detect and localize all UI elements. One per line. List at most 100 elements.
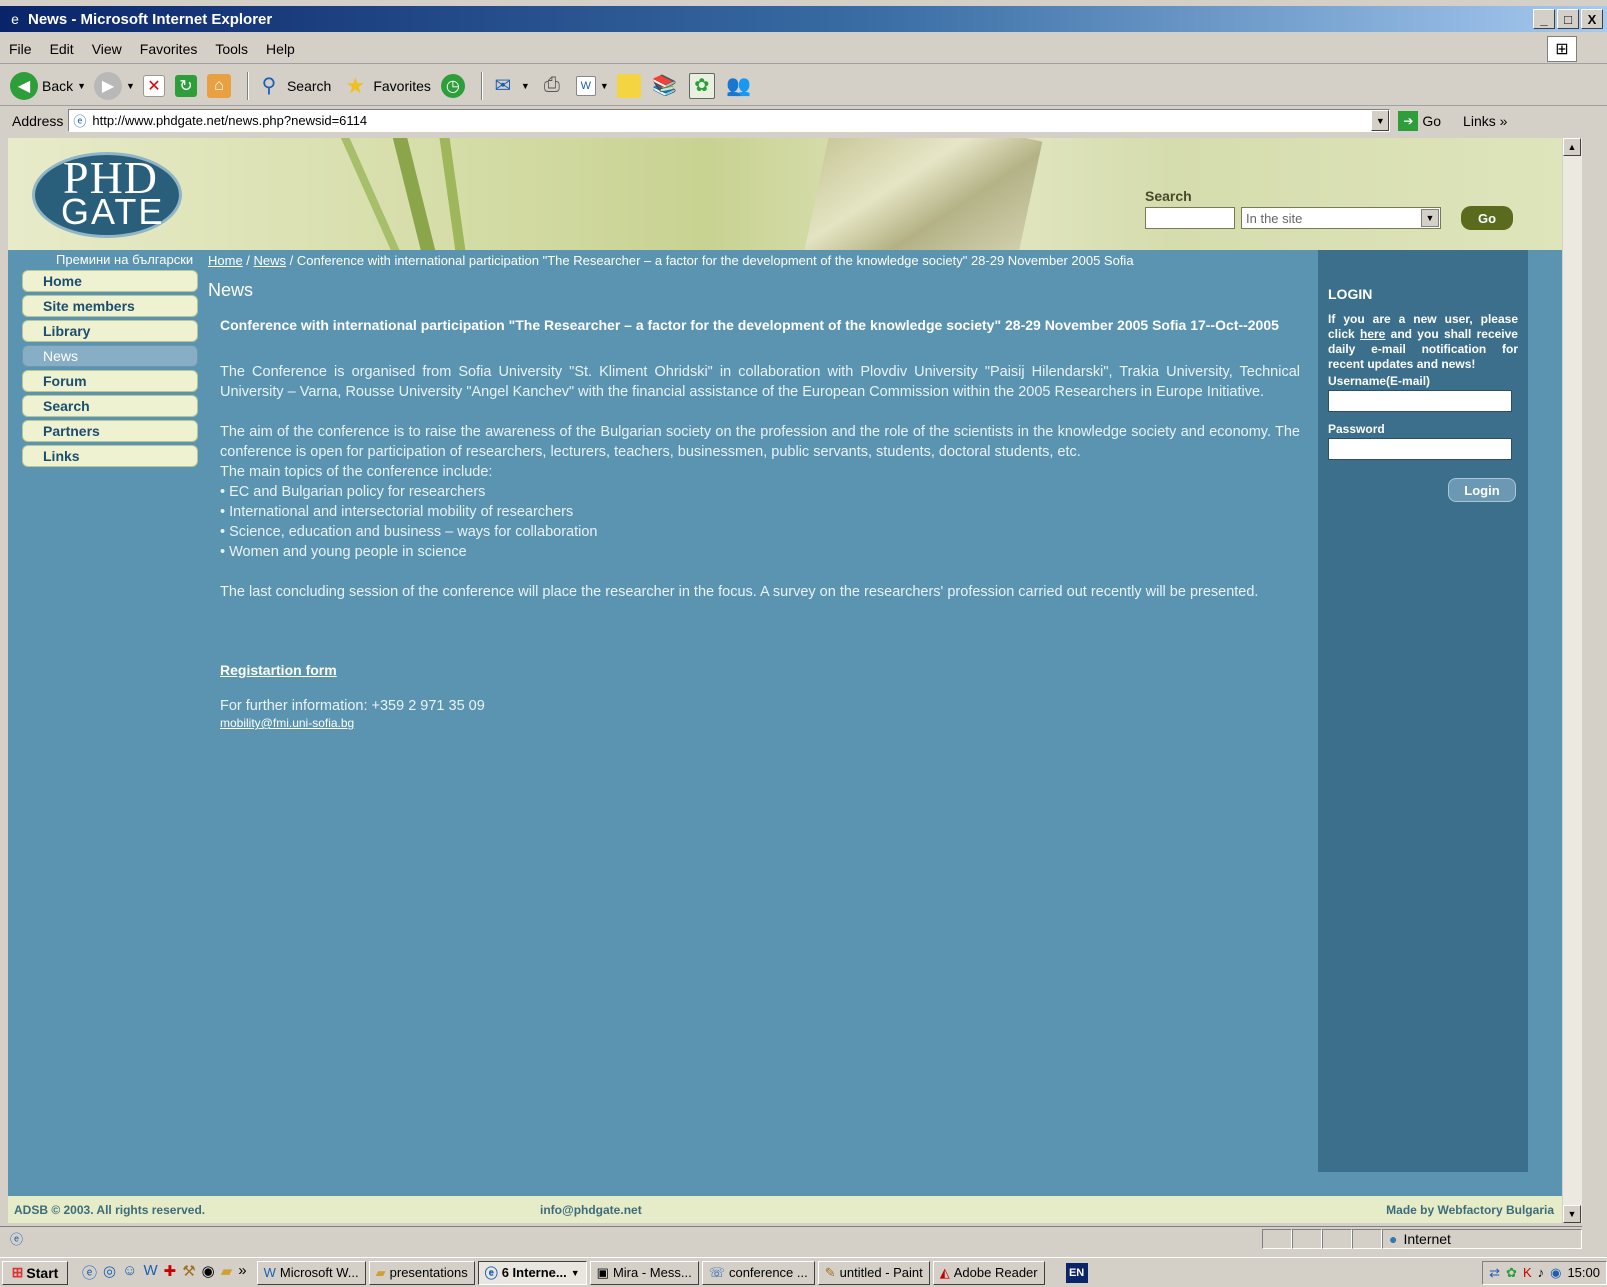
banner-leaf	[339, 138, 405, 250]
footer-credit-link[interactable]: Made by Webfactory Bulgaria	[1386, 1203, 1554, 1217]
uk-flag-icon[interactable]: ✚	[164, 1262, 177, 1283]
breadcrumb-news-link[interactable]: News	[254, 253, 287, 268]
address-go-button[interactable]: ➔ Go	[1398, 110, 1441, 131]
close-button[interactable]: X	[1581, 9, 1603, 29]
notes-button[interactable]	[616, 73, 641, 98]
antivirus-tray-icon[interactable]: K	[1523, 1265, 1532, 1280]
breadcrumb-home-link[interactable]: Home	[208, 253, 243, 268]
task-button[interactable]: ◭ Adobe Reader	[932, 1260, 1045, 1285]
stop-button[interactable]: ✕	[142, 74, 165, 97]
menu-help[interactable]: Help	[257, 41, 304, 57]
media-quicklaunch-icon[interactable]: ◉	[202, 1262, 215, 1283]
links-button[interactable]: Links »	[1463, 113, 1507, 129]
task-button[interactable]: ⓔ 6 Interne... ▼	[477, 1260, 587, 1285]
contact-email-link[interactable]: mobility@fmi.uni-sofia.bg	[220, 716, 354, 730]
task-button[interactable]: ▣ Mira - Mess...	[589, 1260, 699, 1285]
search-label: Search	[286, 77, 332, 94]
register-here-link[interactable]: here	[1360, 327, 1385, 341]
breadcrumb-separator: /	[242, 253, 254, 268]
nav-forum[interactable]: Forum	[22, 370, 198, 392]
language-indicator[interactable]: EN	[1065, 1262, 1088, 1283]
nav-search[interactable]: Search	[22, 395, 198, 417]
login-info-text: If you are a new user, please click here…	[1328, 312, 1518, 372]
nav-library[interactable]: Library	[22, 320, 198, 342]
outlook-quicklaunch-icon[interactable]: ◎	[103, 1262, 116, 1283]
nav-links[interactable]: Links	[22, 445, 198, 467]
address-label: Address	[12, 112, 64, 129]
address-input[interactable]: ⓔ http://www.phdgate.net/news.php?newsid…	[68, 109, 1391, 132]
footer-email-link[interactable]: info@phdgate.net	[540, 1203, 1140, 1217]
site-search-go-button[interactable]: Go	[1461, 206, 1513, 230]
task-button[interactable]: ✎ untitled - Paint	[817, 1260, 930, 1285]
menu-file[interactable]: File	[0, 41, 41, 57]
mail-dropdown-icon[interactable]: ▼	[521, 81, 530, 91]
volume-tray-icon[interactable]: ♪	[1538, 1265, 1545, 1280]
nav-site-members[interactable]: Site members	[22, 295, 198, 317]
vertical-scrollbar[interactable]: ▲ ▼	[1562, 138, 1582, 1223]
ie-window: e News - Microsoft Internet Explorer _ □…	[0, 0, 1607, 1287]
login-button[interactable]: Login	[1448, 478, 1516, 502]
scroll-up-icon[interactable]: ▲	[1563, 138, 1581, 156]
folder-quicklaunch-icon[interactable]: ▰	[221, 1262, 233, 1283]
forward-button[interactable]: ▶	[94, 71, 123, 100]
nav-news[interactable]: News	[22, 345, 198, 367]
search-scope-select[interactable]: In the site ▼	[1241, 207, 1441, 229]
refresh-button[interactable]: ↻	[174, 74, 197, 97]
menu-favorites[interactable]: Favorites	[131, 41, 207, 57]
home-button[interactable]: ⌂	[206, 73, 231, 98]
messenger-button[interactable]: 👥	[725, 72, 753, 100]
security-zone: ● Internet	[1382, 1228, 1582, 1249]
quick-launch: ⓔ ◎ ☺ W ✚ ⚒ ◉ ▰ »	[82, 1262, 247, 1283]
word-quicklaunch-icon[interactable]: W	[143, 1262, 157, 1283]
menu-edit[interactable]: Edit	[41, 41, 83, 57]
maximize-button[interactable]: □	[1557, 9, 1579, 29]
network-icon[interactable]: ⇄	[1489, 1265, 1500, 1281]
task-button[interactable]: ▰ presentations	[368, 1260, 475, 1285]
search-button[interactable]: ⚲ Search	[255, 72, 332, 100]
mail-button[interactable]: ✉	[489, 72, 517, 100]
back-dropdown-icon[interactable]: ▼	[77, 81, 86, 91]
task-button[interactable]: ☏ conference ...	[701, 1260, 815, 1285]
task-label: conference ...	[728, 1265, 808, 1280]
nav-partners[interactable]: Partners	[22, 420, 198, 442]
favorites-button[interactable]: ★ Favorites	[341, 72, 430, 100]
site-search-input[interactable]	[1145, 207, 1235, 229]
history-button[interactable]: ◷	[440, 73, 465, 98]
menu-tools[interactable]: Tools	[206, 41, 257, 57]
registration-form-link[interactable]: Registartion form	[220, 662, 337, 678]
edit-button[interactable]: W	[575, 75, 596, 96]
login-panel: LOGIN If you are a new user, please clic…	[1318, 250, 1528, 1172]
site-logo[interactable]: PHD GATE	[32, 152, 182, 238]
status-cell	[1352, 1228, 1382, 1249]
nav-home[interactable]: Home	[22, 270, 198, 292]
star-icon: ★	[345, 72, 366, 98]
print-button[interactable]: ⎙	[538, 72, 566, 100]
back-button[interactable]: ◀ Back	[10, 71, 73, 100]
banner-paper	[803, 138, 1043, 250]
messenger-quicklaunch-icon[interactable]: ☺	[122, 1262, 137, 1283]
forward-dropdown-icon[interactable]: ▼	[126, 81, 135, 91]
toolbar: ◀ Back ▼ ▶ ▼ ✕ ↻ ⌂ ⚲ Search ★ Favorites …	[0, 66, 1607, 106]
shield-tray-icon[interactable]: ◉	[1550, 1265, 1561, 1281]
icq-flower-icon: ✿	[688, 72, 715, 99]
login-title: LOGIN	[1328, 286, 1373, 302]
edit-dropdown-icon[interactable]: ▼	[600, 81, 609, 91]
password-field[interactable]	[1328, 438, 1512, 460]
minimize-button[interactable]: _	[1533, 9, 1555, 29]
research-button[interactable]: 📚	[651, 72, 679, 100]
bulgarian-language-link[interactable]: Премини на български	[56, 252, 193, 267]
start-label: Start	[26, 1264, 59, 1281]
icq-button[interactable]: ✿	[688, 72, 715, 99]
scroll-down-icon[interactable]: ▼	[1563, 1205, 1581, 1223]
start-button[interactable]: ⊞ Start	[2, 1260, 68, 1285]
chevron-right-icon[interactable]: »	[238, 1262, 246, 1283]
icq-tray-icon[interactable]: ✿	[1506, 1265, 1517, 1281]
address-dropdown-icon[interactable]: ▼	[1371, 110, 1390, 131]
chevron-down-icon: ▼	[1421, 209, 1439, 227]
tool-quicklaunch-icon[interactable]: ⚒	[182, 1262, 195, 1283]
task-button[interactable]: W Microsoft W...	[256, 1260, 366, 1285]
ie-quicklaunch-icon[interactable]: ⓔ	[82, 1262, 97, 1283]
contact-info: For further information: +359 2 971 35 0…	[220, 698, 485, 714]
menu-view[interactable]: View	[83, 41, 131, 57]
username-field[interactable]	[1328, 390, 1512, 412]
